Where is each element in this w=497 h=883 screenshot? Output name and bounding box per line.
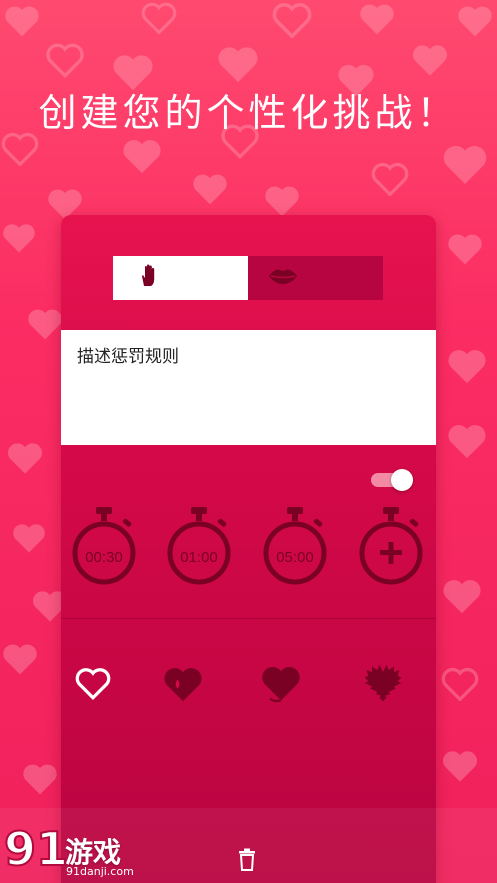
- timer-option-1min[interactable]: 01:00: [164, 505, 234, 589]
- add-timer-button[interactable]: [356, 505, 426, 589]
- challenge-editor-card: 描述惩罚规则 00:30 01:00 05:00: [61, 215, 436, 883]
- mode-selector: [113, 256, 383, 300]
- heart-style-outline[interactable]: [71, 660, 117, 706]
- heart-style-options: [61, 660, 436, 720]
- heart-style-drop[interactable]: [161, 660, 207, 706]
- penalty-rules-input[interactable]: 描述惩罚规则: [61, 330, 436, 445]
- timer-option-5min[interactable]: 05:00: [260, 505, 330, 589]
- timer-label: 05:00: [276, 549, 314, 566]
- mode-option-hand[interactable]: [113, 256, 248, 300]
- penalty-rules-text: 描述惩罚规则: [77, 347, 179, 367]
- hand-icon: [139, 264, 159, 292]
- toggle-knob: [391, 469, 413, 491]
- watermark-logo-text: 91: [4, 822, 68, 876]
- lips-icon: [268, 267, 298, 289]
- section-divider: [61, 618, 436, 619]
- heart-style-devil[interactable]: [259, 660, 305, 706]
- timer-label: 01:00: [180, 549, 218, 566]
- timer-label: 00:30: [85, 549, 123, 566]
- site-watermark: 91 游戏 91danji.com: [0, 813, 160, 883]
- options-toggle[interactable]: [369, 469, 413, 491]
- page-headline: 创建您的个性化挑战！: [38, 91, 459, 135]
- heart-style-fuzzy[interactable]: [361, 660, 407, 706]
- watermark-url: 91danji.com: [66, 865, 134, 878]
- timer-option-30s[interactable]: 00:30: [69, 505, 139, 589]
- timer-options: 00:30 01:00 05:00: [61, 505, 436, 625]
- mode-option-lips[interactable]: [248, 256, 383, 300]
